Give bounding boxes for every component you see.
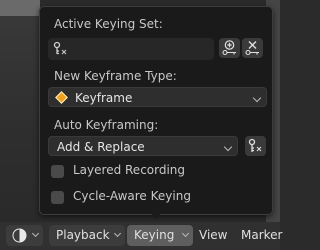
active-keying-set-label: Active Keying Set:: [54, 17, 163, 31]
chevron-down-icon: [223, 142, 233, 152]
marker-menu[interactable]: Marker: [241, 228, 282, 242]
keying-menu-label: Keying: [134, 228, 175, 242]
active-keying-set-field[interactable]: [48, 38, 214, 60]
keying-popover: Active Keying Set: New Keyframe Type: Ke…: [39, 6, 273, 215]
playback-menu-label: Playback: [56, 228, 110, 242]
remove-keying-set-icon: [244, 40, 261, 59]
chevron-down-icon: [181, 229, 190, 238]
keying-menu[interactable]: Keying: [127, 225, 193, 246]
keyframe-type-dropdown[interactable]: Keyframe: [48, 87, 267, 107]
timeline-header: Playback Keying View Marker: [0, 222, 282, 250]
keyframe-type-value: Keyframe: [75, 91, 133, 105]
new-keyframe-type-label: New Keyframe Type:: [54, 69, 177, 83]
auto-keyframing-label: Auto Keyframing:: [54, 118, 159, 132]
chevron-down-icon: [252, 93, 262, 103]
chevron-down-icon: [113, 229, 122, 238]
cycle-aware-keying-label: Cycle-Aware Keying: [73, 189, 191, 203]
add-keying-set-button[interactable]: [219, 38, 240, 58]
view-menu[interactable]: View: [199, 228, 227, 242]
remove-keying-set-button[interactable]: [242, 38, 263, 58]
editor-type-icon: [12, 228, 27, 246]
keying-set-icon: [53, 41, 69, 60]
auto-keying-set-icon: [247, 138, 264, 157]
popover-pointer: [150, 212, 162, 219]
cycle-aware-keying-checkbox[interactable]: [51, 191, 64, 204]
background-viewport: [0, 0, 40, 222]
playback-menu[interactable]: Playback: [49, 225, 125, 246]
chevron-down-icon: [31, 229, 40, 238]
layered-recording-checkbox[interactable]: [51, 165, 64, 178]
auto-keyframing-mode-value: Add & Replace: [57, 140, 145, 154]
keyframe-diamond-icon: [55, 91, 68, 104]
layered-recording-label: Layered Recording: [73, 163, 186, 177]
auto-keying-set-toggle[interactable]: [245, 136, 266, 156]
add-keying-set-icon: [221, 40, 238, 59]
editor-type-button[interactable]: [6, 225, 43, 246]
auto-keyframing-mode-dropdown[interactable]: Add & Replace: [48, 136, 238, 156]
